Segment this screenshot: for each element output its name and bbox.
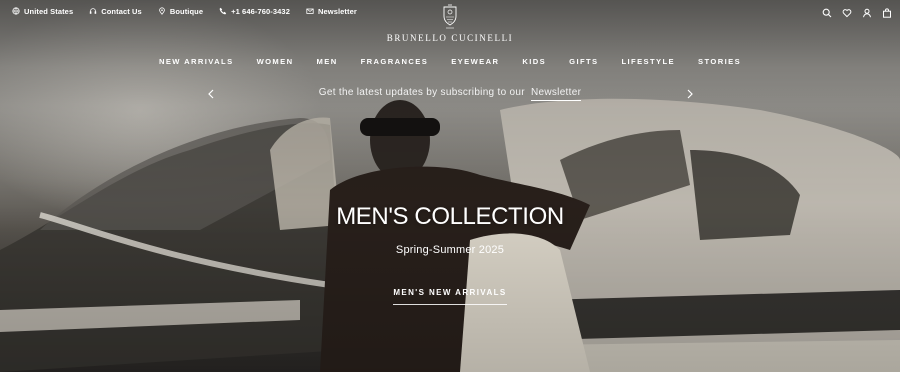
brand-name: BRUNELLO CUCINELLI <box>386 33 514 43</box>
nav-item-kids[interactable]: KIDS <box>522 57 546 66</box>
brand-logo[interactable]: BRUNELLO CUCINELLI <box>0 4 900 43</box>
nav-item-women[interactable]: WOMEN <box>257 57 294 66</box>
nav-item-men[interactable]: MEN <box>317 57 338 66</box>
nav-item-new-arrivals[interactable]: NEW ARRIVALS <box>159 57 234 66</box>
promo-banner: Get the latest updates by subscribing to… <box>0 87 900 101</box>
nav-item-stories[interactable]: STORIES <box>698 57 741 66</box>
main-nav: NEW ARRIVALS WOMEN MEN FRAGRANCES EYEWEA… <box>0 57 900 66</box>
promo-next-button[interactable] <box>684 87 696 99</box>
hero-banner: United States Contact Us Boutique +1 646… <box>0 0 900 372</box>
nav-item-gifts[interactable]: GIFTS <box>569 57 598 66</box>
nav-item-lifestyle[interactable]: LIFESTYLE <box>622 57 676 66</box>
hero-subtitle: Spring-Summer 2025 <box>395 244 505 256</box>
nav-item-eyewear[interactable]: EYEWEAR <box>451 57 499 66</box>
hero-title: MEN'S COLLECTION <box>336 203 564 230</box>
promo-text: Get the latest updates by subscribing to… <box>318 87 525 98</box>
mens-new-arrivals-link[interactable]: MEN'S NEW ARRIVALS <box>393 288 507 305</box>
promo-newsletter-link[interactable]: Newsletter <box>530 87 582 101</box>
chevron-right-icon <box>687 89 693 99</box>
crest-icon <box>443 4 457 29</box>
nav-item-fragrances[interactable]: FRAGRANCES <box>361 57 429 66</box>
